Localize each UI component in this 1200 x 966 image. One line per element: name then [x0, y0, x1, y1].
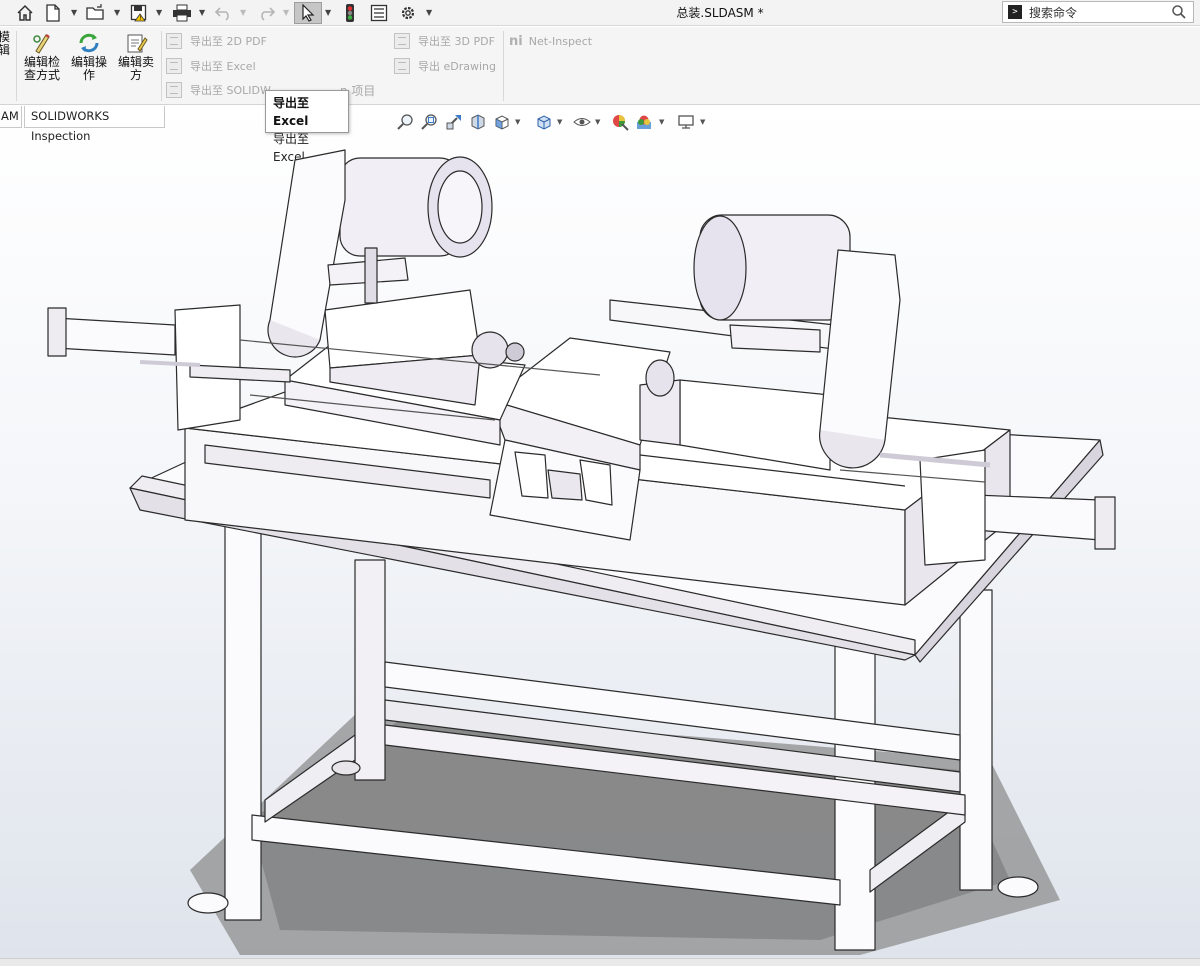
- edit-operation-icon: [66, 31, 112, 55]
- export-2d-pdf-label: 导出至 2D PDF: [190, 35, 267, 48]
- edit-operation-button[interactable]: 编辑操 作: [66, 31, 112, 82]
- right-spindle-head: [609, 214, 901, 471]
- export-edrawing-button[interactable]: 导出 eDrawing: [394, 56, 496, 76]
- export-2d-pdf-button[interactable]: 导出至 2D PDF: [166, 31, 267, 51]
- zoom-to-fit-icon[interactable]: [395, 112, 417, 132]
- assembly-model-3d-view[interactable]: [0, 130, 1200, 958]
- print-icon[interactable]: [170, 2, 194, 24]
- previous-view-icon[interactable]: [443, 112, 465, 132]
- view-settings-dropdown-icon[interactable]: ▼: [700, 118, 705, 126]
- edit-vendor-icon: [113, 31, 159, 55]
- view-orientation-icon[interactable]: [491, 112, 513, 132]
- edit-operation-label: 编辑操 作: [70, 55, 107, 82]
- export-3d-pdf-label: 导出至 3D PDF: [418, 35, 495, 48]
- undo-dropdown-icon[interactable]: ▼: [240, 8, 246, 17]
- edit-appearance-icon[interactable]: [609, 112, 631, 132]
- command-manager-ribbon: 模 辑 编辑检 查方式 编辑操 作 编辑卖 方 导出至 2D PDF 导出至 E…: [0, 27, 1200, 105]
- edit-vendor-label: 编辑卖 方: [117, 55, 154, 82]
- options-gear-icon[interactable]: [397, 2, 419, 24]
- search-icon[interactable]: [1171, 4, 1187, 23]
- status-bar: [0, 958, 1200, 966]
- zoom-to-area-icon[interactable]: [419, 112, 441, 132]
- redo-dropdown-icon[interactable]: ▼: [283, 8, 289, 17]
- net-inspect-icon: ni: [509, 33, 523, 49]
- export-excel-label: 导出至 Excel: [190, 60, 256, 73]
- tooltip-title: 导出至 Excel: [273, 96, 310, 128]
- edit-inspection-method-icon: [19, 31, 65, 55]
- export-3d-pdf-icon: [394, 33, 410, 49]
- export-excel-button[interactable]: 导出至 Excel: [166, 56, 256, 76]
- open-folder-icon[interactable]: [84, 2, 108, 24]
- hide-show-items-icon[interactable]: [571, 112, 593, 132]
- tab-solidworks-inspection[interactable]: SOLIDWORKS Inspection: [24, 106, 165, 143]
- svg-text:!: !: [140, 15, 142, 22]
- save-icon[interactable]: !: [128, 2, 150, 24]
- view-orientation-dropdown-icon[interactable]: ▼: [515, 118, 520, 126]
- section-view-icon[interactable]: [467, 112, 489, 132]
- options-dropdown-icon[interactable]: ▼: [426, 8, 432, 17]
- edit-inspection-method-button[interactable]: 编辑检 查方式: [19, 31, 65, 82]
- undo-icon[interactable]: [212, 2, 236, 24]
- ribbon-separator: [161, 31, 162, 101]
- command-prompt-icon: >: [1008, 5, 1022, 19]
- export-solidworks-icon: [166, 82, 182, 98]
- select-dropdown-icon[interactable]: ▼: [325, 8, 331, 17]
- export-excel-icon: [166, 58, 182, 74]
- net-inspect-label: Net-Inspect: [528, 34, 593, 48]
- search-placeholder: 搜索命令: [1029, 6, 1078, 20]
- new-document-icon[interactable]: [43, 2, 63, 24]
- redo-icon[interactable]: [254, 2, 278, 24]
- export-edrawing-icon: [394, 58, 410, 74]
- open-dropdown-icon[interactable]: ▼: [114, 8, 120, 17]
- display-style-icon[interactable]: [533, 112, 555, 132]
- export-2d-pdf-icon: [166, 33, 182, 49]
- ribbon-separator: [16, 31, 17, 101]
- display-style-dropdown-icon[interactable]: ▼: [557, 118, 562, 126]
- title-bar: ▼ ▼ ! ▼ ▼ ▼ ▼ ▼ ▼ 总装.SLDASM * > 搜索命令: [0, 0, 1200, 26]
- new-dropdown-icon[interactable]: ▼: [71, 8, 77, 17]
- export-solidworks-button[interactable]: 导出至 SOLIDW: [166, 80, 271, 100]
- apply-scene-icon[interactable]: [633, 112, 655, 132]
- print-dropdown-icon[interactable]: ▼: [199, 8, 205, 17]
- tab-assembly[interactable]: AM: [0, 106, 22, 128]
- rebuild-traffic-light-icon[interactable]: [340, 2, 360, 24]
- document-title: 总装.SLDASM *: [676, 6, 764, 20]
- file-properties-icon[interactable]: [368, 2, 390, 24]
- select-cursor-icon[interactable]: [294, 2, 322, 24]
- export-excel-tooltip: 导出至 Excel 导出至 Excel: [265, 90, 349, 164]
- home-icon[interactable]: [14, 2, 36, 24]
- edit-inspection-method-label: 编辑检 查方式: [23, 55, 60, 82]
- export-3d-pdf-button[interactable]: 导出至 3D PDF: [394, 31, 495, 51]
- export-solidworks-label: 导出至 SOLIDW: [190, 84, 271, 97]
- view-settings-icon[interactable]: [675, 112, 697, 132]
- search-commands-input[interactable]: > 搜索命令: [1002, 1, 1194, 23]
- apply-scene-dropdown-icon[interactable]: ▼: [659, 118, 664, 126]
- partial-ribbon-button[interactable]: 模 辑: [0, 31, 10, 57]
- save-dropdown-icon[interactable]: ▼: [156, 8, 162, 17]
- edit-vendor-button[interactable]: 编辑卖 方: [113, 31, 159, 82]
- export-edrawing-label: 导出 eDrawing: [418, 60, 497, 73]
- command-manager-tabs: AM SOLIDWORKS Inspection: [0, 106, 170, 143]
- ribbon-separator: [503, 31, 504, 101]
- net-inspect-button[interactable]: ni Net-Inspect: [509, 31, 592, 51]
- hide-show-dropdown-icon[interactable]: ▼: [595, 118, 600, 126]
